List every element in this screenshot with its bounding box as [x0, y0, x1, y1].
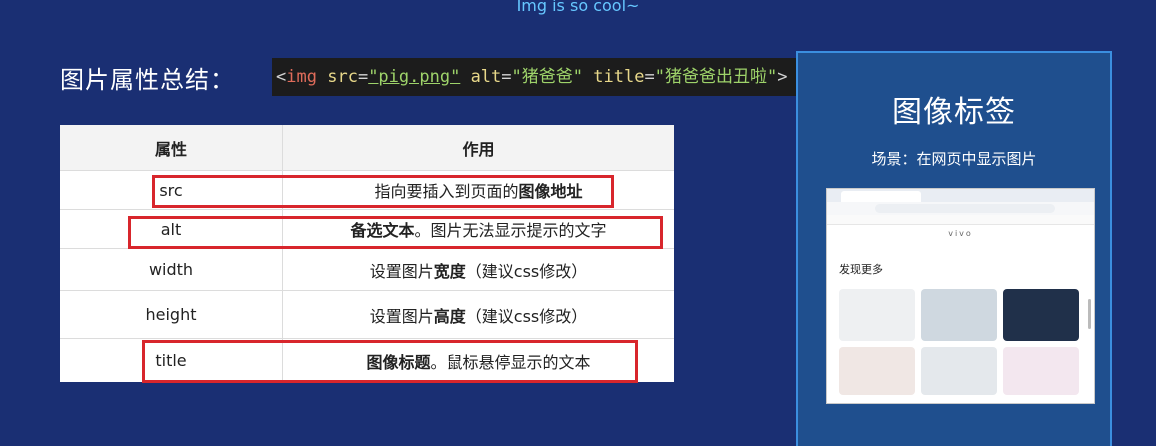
code-value-alt: "猪爸爸"	[511, 67, 584, 87]
table-row: title 图像标题 。鼠标悬停显示的文本	[60, 339, 674, 382]
code-equals: =	[501, 67, 512, 87]
code-attr-title: title	[593, 67, 645, 87]
desc-tail: 。图片无法显示提示的文字	[414, 221, 607, 240]
product-card	[921, 289, 997, 341]
desc-bold: 图像地址	[518, 182, 583, 201]
desc-tail: （建议css修改）	[465, 261, 588, 281]
side-title: 图像标签	[892, 95, 1016, 130]
code-snippet: <img src="pig.png" alt="猪爸爸" title="猪爸爸出…	[272, 58, 860, 96]
desc-cell: 指向要插入到页面的 图像地址	[283, 171, 674, 209]
code-equals: =	[644, 67, 655, 87]
desc-bold: 图像标题	[366, 352, 431, 372]
product-card	[1003, 347, 1079, 395]
desc-cell: 设置图片 高度 （建议css修改）	[283, 291, 674, 338]
product-card	[921, 347, 997, 395]
desc-text: 设置图片	[369, 306, 434, 326]
desc-cell: 设置图片 宽度 （建议css修改）	[283, 249, 674, 290]
desc-bold: 高度	[433, 306, 466, 326]
attr-cell: src	[60, 171, 283, 209]
code-attr-src: src	[327, 67, 358, 87]
code-bracket-close: >	[777, 67, 788, 87]
desc-tail: 。鼠标悬停显示的文本	[430, 352, 591, 372]
site-logo: vivo	[948, 229, 973, 238]
attr-cell: title	[60, 339, 283, 382]
code-attr-alt: alt	[470, 67, 502, 87]
code-value-src: "pig.png"	[368, 67, 461, 87]
desc-text: 设置图片	[369, 261, 434, 281]
attribute-table: 属性 作用 src 指向要插入到页面的 图像地址 alt 备选文本 。图片无法显示提…	[60, 125, 674, 382]
desc-bold: 宽度	[433, 261, 466, 281]
desc-tail: （建议css修改）	[465, 306, 588, 326]
side-panel: 图像标签 场景：在网页中显示图片 vivo 发现更多	[796, 51, 1112, 446]
desc-cell: 图像标题 。鼠标悬停显示的文本	[283, 339, 674, 382]
page-title: 图片属性总结：	[60, 66, 235, 94]
section-heading: 发现更多	[839, 263, 883, 276]
desc-cell: 备选文本 。图片无法显示提示的文字	[283, 210, 674, 248]
browser-bookmarks-bar	[827, 215, 1094, 225]
attr-cell: width	[60, 249, 283, 290]
desc-text: 指向要插入到页面的	[374, 182, 519, 201]
browser-tabbar	[827, 189, 1094, 202]
header-function: 作用	[462, 139, 495, 159]
table-row: height 设置图片 高度 （建议css修改）	[60, 291, 674, 339]
code-bracket-open: <	[276, 67, 287, 87]
code-equals: =	[357, 67, 369, 87]
code-tag: img	[286, 67, 317, 87]
table-row: width 设置图片 宽度 （建议css修改）	[60, 249, 674, 291]
code-value-title: "猪爸爸出丑啦"	[654, 67, 778, 87]
product-card	[1003, 289, 1079, 341]
attr-cell: alt	[60, 210, 283, 248]
product-card	[839, 289, 915, 341]
top-caption: Img is so cool~	[516, 0, 640, 15]
desc-bold: 备选文本	[350, 221, 415, 240]
browser-screenshot-image: vivo 发现更多	[826, 188, 1095, 404]
scrollbar[interactable]	[1088, 299, 1091, 329]
product-card	[839, 347, 915, 395]
attr-cell: height	[60, 291, 283, 338]
browser-tab	[841, 191, 921, 202]
table-row: alt 备选文本 。图片无法显示提示的文字	[60, 210, 674, 249]
header-attribute: 属性	[60, 125, 283, 170]
side-subtitle: 场景：在网页中显示图片	[871, 150, 1037, 168]
table-row: src 指向要插入到页面的 图像地址	[60, 171, 674, 210]
browser-url-field	[875, 204, 1055, 213]
table-header-row: 属性 作用	[60, 125, 674, 171]
